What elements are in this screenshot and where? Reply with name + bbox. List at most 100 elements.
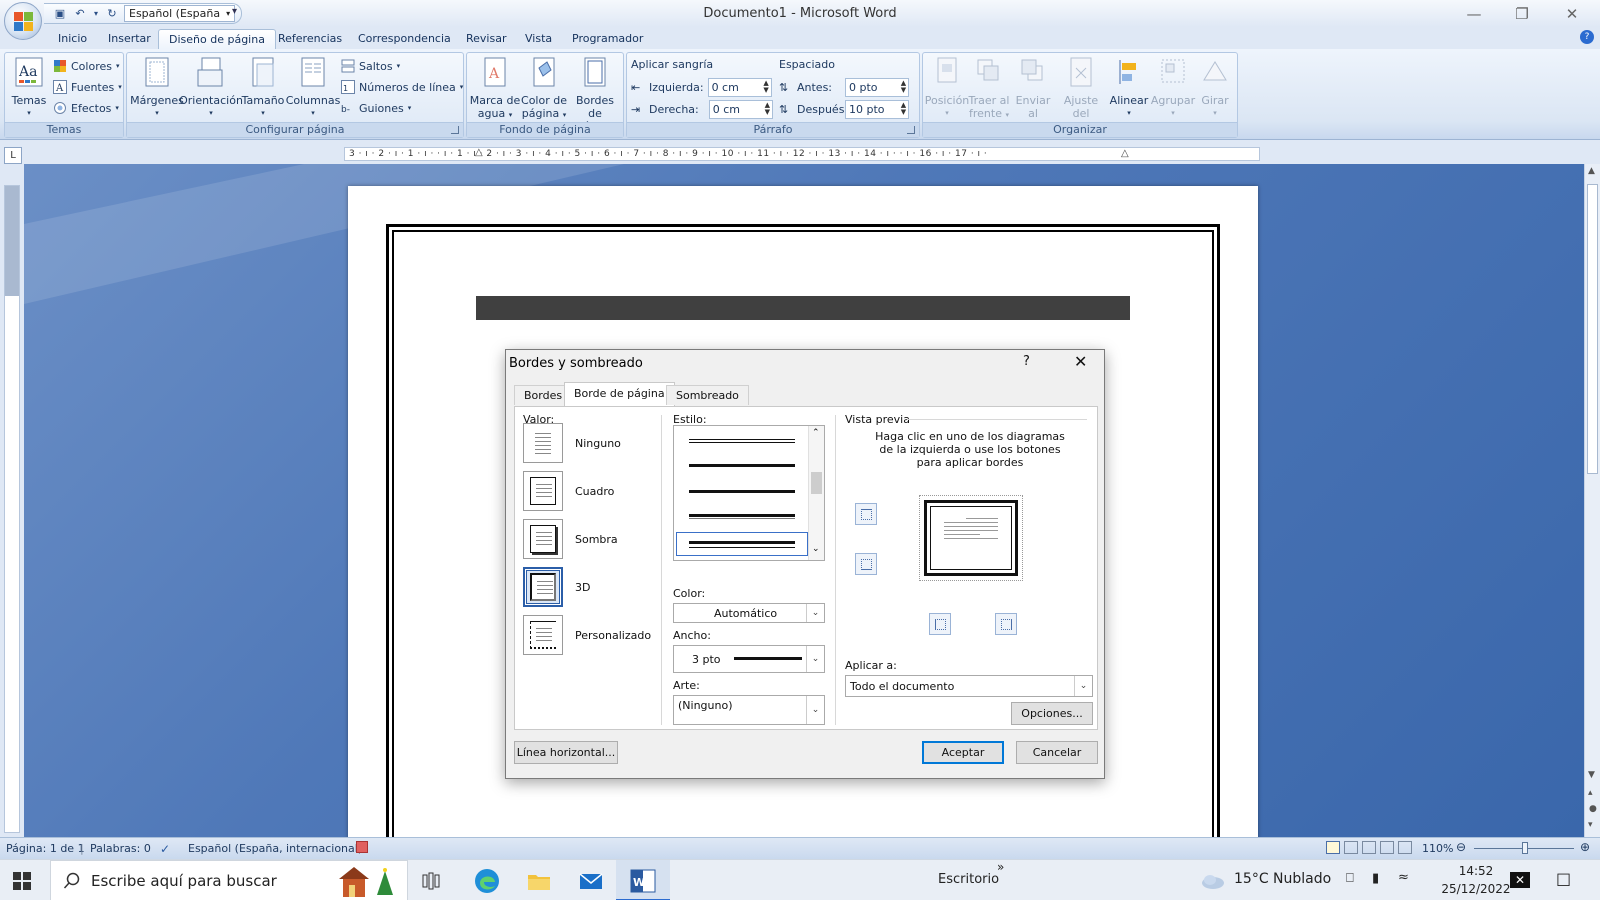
wifi-icon[interactable]: ≈ [1398, 870, 1409, 885]
word-taskbar-button[interactable]: W [616, 860, 670, 900]
derecha-spinner[interactable]: 0 cm ▲ ▼ [708, 99, 773, 119]
style-option-thick-b[interactable] [689, 514, 795, 517]
clock-date[interactable]: 25/12/2022 [1440, 882, 1512, 896]
chevron-down-icon[interactable]: ⌄ [812, 544, 820, 554]
tab-vista[interactable]: Vista [515, 29, 562, 49]
zoom-in-icon[interactable]: ⊕ [1580, 840, 1590, 854]
setting-personalizado-button[interactable] [523, 615, 563, 655]
columnas-button[interactable]: Columnas ▾ [286, 56, 340, 120]
margenes-button[interactable]: Márgenes ▾ [130, 56, 184, 120]
action-center-icon[interactable]: □ [1556, 869, 1571, 888]
setting-ninguno-button[interactable] [523, 423, 563, 463]
restore-button[interactable]: ❐ [1498, 0, 1546, 27]
browse-object-icon[interactable]: ● [1589, 804, 1597, 814]
file-explorer-icon[interactable] [524, 866, 554, 896]
draft-view-icon[interactable] [1398, 841, 1412, 854]
spinner-arrows-icon[interactable]: ▲ ▼ [762, 80, 771, 94]
tab-referencias[interactable]: Referencias [268, 29, 352, 49]
vertical-scrollbar[interactable]: ▲ ▼ ▴ ● ▾ [1584, 164, 1600, 837]
chevron-down-icon[interactable]: ⌄ [806, 604, 824, 622]
top-border-button[interactable] [855, 503, 877, 525]
configurar-launcher-icon[interactable] [451, 126, 459, 134]
setting-cuadro-button[interactable] [523, 471, 563, 511]
zoom-slider-thumb[interactable] [1522, 842, 1528, 854]
antes-spinner[interactable]: 0 pto ▲ ▼ [845, 77, 909, 97]
left-border-button[interactable] [929, 613, 951, 635]
right-indent-marker-icon[interactable]: △ [1121, 148, 1129, 160]
setting-sombra-button[interactable] [523, 519, 563, 559]
outline-view-icon[interactable] [1380, 841, 1394, 854]
redo-icon[interactable]: ↻ [104, 6, 120, 22]
arte-dropdown[interactable]: (Ninguno) ⌄ [673, 695, 825, 725]
guiones-button[interactable]: b- Guiones ▾ [341, 99, 411, 117]
escritorio-toolbar[interactable]: Escritorio [938, 872, 999, 887]
estilo-scroll-thumb[interactable] [811, 472, 822, 494]
horizontal-ruler[interactable]: 3 · ı · 2 · ı · 1 · ı · · ı · 1 · ı · 2 … [344, 147, 1260, 161]
color-pagina-button[interactable]: Color de página ▾ [519, 56, 569, 122]
toolbar-expand-icon[interactable]: » [997, 860, 1004, 874]
style-option-thick[interactable] [689, 490, 795, 493]
scroll-up-icon[interactable]: ▲ [1588, 166, 1595, 176]
vertical-ruler[interactable] [4, 185, 20, 833]
dialog-help-button[interactable]: ? [1023, 354, 1030, 369]
task-view-icon[interactable] [422, 872, 440, 890]
right-border-button[interactable] [995, 613, 1017, 635]
fuentes-button[interactable]: A Fuentes ▾ [53, 78, 122, 96]
cancelar-button[interactable]: Cancelar [1016, 741, 1098, 764]
orientacion-button[interactable]: Orientación ▾ [179, 56, 243, 120]
spinner-arrows-icon[interactable]: ▲ ▼ [899, 80, 908, 94]
zoom-level[interactable]: 110% [1422, 842, 1453, 855]
tab-insertar[interactable]: Insertar [98, 29, 161, 49]
scroll-down-icon[interactable]: ▼ [1588, 770, 1595, 780]
color-dropdown[interactable]: Automático ⌄ [673, 603, 825, 623]
setting-3d-button[interactable] [523, 567, 563, 607]
web-layout-view-icon[interactable] [1362, 841, 1376, 854]
mail-icon[interactable] [576, 866, 606, 896]
full-screen-view-icon[interactable] [1344, 841, 1358, 854]
page-count-status[interactable]: Página: 1 de 1 [6, 842, 85, 855]
windows-start-icon[interactable] [12, 871, 32, 891]
shaded-paragraph-bar[interactable] [476, 296, 1130, 320]
taskbar-search-box[interactable]: Escribe aquí para buscar [50, 860, 408, 900]
girar-button[interactable]: Girar ▾ [1195, 56, 1235, 120]
style-option-shadow[interactable] [689, 518, 795, 519]
bottom-border-button[interactable] [855, 553, 877, 575]
agrupar-button[interactable]: Agrupar ▾ [1151, 56, 1195, 120]
style-option-medium[interactable] [689, 464, 795, 467]
tab-selector-button[interactable]: L [4, 147, 22, 164]
macro-record-icon[interactable] [356, 841, 368, 853]
word-count-status[interactable]: Palabras: 0 [90, 842, 151, 855]
izquierda-spinner[interactable]: 0 cm ▲ ▼ [707, 77, 772, 97]
efectos-button[interactable]: Efectos ▾ [53, 99, 119, 117]
chevron-up-icon[interactable]: ⌃ [812, 428, 820, 438]
tab-borde-pagina[interactable]: Borde de página [564, 382, 675, 406]
customize-qat-icon[interactable]: ▾ [232, 6, 237, 17]
language-select[interactable]: Español (España ▾ [124, 5, 236, 22]
meet-now-icon[interactable]: ⎕ [1346, 871, 1354, 886]
tamano-button[interactable]: Tamaño ▾ [241, 56, 285, 120]
numeros-linea-button[interactable]: 1 Números de línea ▾ [341, 78, 463, 96]
aceptar-button[interactable]: Aceptar [922, 741, 1004, 764]
style-option-thin-b[interactable] [689, 442, 795, 443]
colores-button[interactable]: Colores ▾ [53, 57, 120, 75]
battery-icon[interactable]: ▮ [1372, 871, 1379, 886]
tab-inicio[interactable]: Inicio [48, 29, 97, 49]
tab-sombreado[interactable]: Sombreado [666, 385, 749, 405]
linea-horizontal-button[interactable]: Línea horizontal... [514, 741, 618, 764]
style-option-selected[interactable] [676, 532, 808, 556]
print-layout-view-icon[interactable] [1326, 841, 1340, 854]
indent-marker-icon[interactable]: △ [475, 148, 483, 159]
notification-badge-icon[interactable]: ✕ [1510, 872, 1530, 888]
posicion-button[interactable]: Posición ▾ [925, 56, 969, 120]
next-page-icon[interactable]: ▾ [1588, 820, 1593, 830]
proofing-icon[interactable]: ✓ [160, 842, 170, 856]
temas-button[interactable]: Aa Temas ▾ [9, 56, 49, 120]
save-icon[interactable]: ▣ [52, 6, 68, 22]
estilo-list[interactable]: ⌃ ⌄ [673, 425, 825, 561]
minimize-button[interactable]: — [1450, 0, 1498, 27]
previous-page-icon[interactable]: ▴ [1588, 788, 1593, 798]
zoom-out-icon[interactable]: ⊖ [1456, 840, 1466, 854]
chevron-down-icon[interactable]: ⌄ [806, 696, 824, 724]
undo-icon[interactable]: ↶ [72, 6, 88, 22]
parrafo-launcher-icon[interactable] [907, 126, 915, 134]
